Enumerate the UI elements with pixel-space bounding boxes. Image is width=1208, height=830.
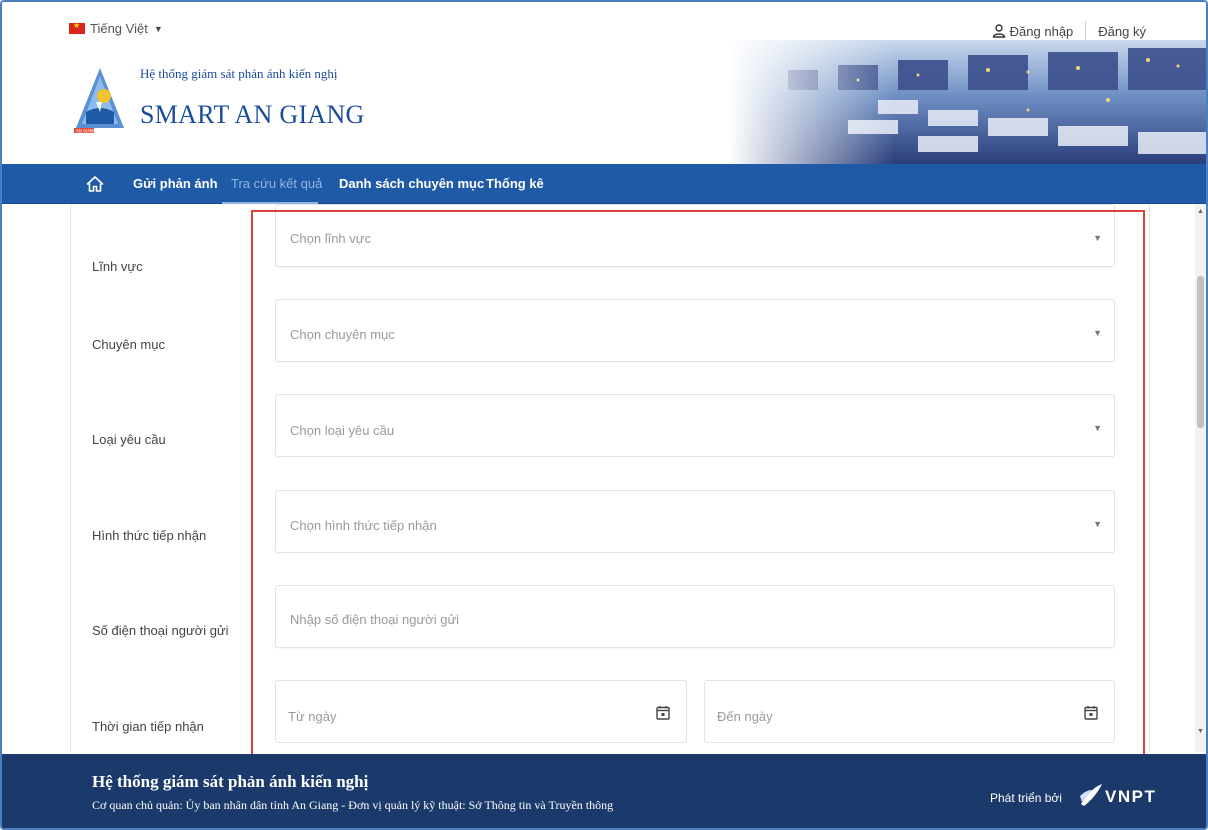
- nav-statistics[interactable]: Thống kê: [486, 176, 544, 191]
- phone-input[interactable]: Nhập số điện thoại người gửi: [275, 585, 1115, 648]
- developed-by-label: Phát triển bởi: [990, 791, 1062, 805]
- divider: [1085, 21, 1087, 41]
- vnpt-logo-icon[interactable]: [1078, 782, 1104, 808]
- nav-lookup-results[interactable]: Tra cứu kết quả: [231, 176, 322, 191]
- chevron-down-icon: ▼: [1093, 233, 1102, 243]
- auth-links: Đăng nhập Đăng ký: [992, 21, 1146, 41]
- field-label-loai-yeu-cau: Loại yêu cầu: [92, 432, 166, 447]
- footer-title: Hệ thống giám sát phản ánh kiến nghị: [92, 772, 369, 791]
- calendar-icon[interactable]: [656, 705, 670, 720]
- scrollbar-thumb[interactable]: [1197, 276, 1204, 428]
- scroll-up-icon[interactable]: ▲: [1197, 208, 1204, 215]
- main-nav: Gửi phản ánh Tra cứu kết quả Danh sách c…: [2, 164, 1206, 204]
- field-label-chuyen-muc: Chuyên mục: [92, 337, 165, 352]
- an-giang-logo[interactable]: AN GIANG: [72, 66, 128, 134]
- linh-vuc-placeholder: Chọn lĩnh vực: [290, 231, 371, 246]
- form-panel: [70, 204, 1150, 752]
- phone-placeholder: Nhập số điện thoại người gửi: [290, 612, 460, 627]
- caret-down-icon: ▼: [153, 23, 163, 34]
- city-banner-image: [728, 40, 1206, 164]
- field-label-linh-vuc: Lĩnh vực: [92, 259, 143, 274]
- chevron-down-icon: ▼: [1093, 519, 1102, 529]
- to-date-input[interactable]: Đến ngày: [704, 680, 1115, 743]
- vertical-scrollbar[interactable]: ▲ ▼: [1195, 204, 1206, 752]
- scroll-down-icon[interactable]: ▼: [1197, 728, 1204, 735]
- site-header: Tiếng Việt ▼ Đăng nhập Đăng ký AN GIANG …: [2, 2, 1206, 164]
- site-footer: Hệ thống giám sát phản ánh kiến nghị Cơ …: [2, 754, 1206, 828]
- loai-yeu-cau-placeholder: Chọn loại yêu cầu: [290, 423, 395, 438]
- chuyen-muc-placeholder: Chọn chuyên mục: [290, 327, 395, 342]
- from-date-input[interactable]: Từ ngày: [275, 680, 687, 743]
- vnpt-brand[interactable]: VNPT: [1105, 787, 1156, 807]
- from-date-placeholder: Từ ngày: [288, 709, 337, 724]
- system-subtitle: Hệ thống giám sát phản ánh kiến nghị: [140, 66, 338, 81]
- chuyen-muc-select[interactable]: Chọn chuyên mục ▼: [275, 299, 1115, 362]
- hinh-thuc-placeholder: Chọn hình thức tiếp nhận: [290, 518, 437, 533]
- loai-yeu-cau-select[interactable]: Chọn loại yêu cầu ▼: [275, 394, 1115, 457]
- footer-subtitle: Cơ quan chủ quản: Ủy ban nhân dân tỉnh A…: [92, 798, 614, 812]
- vietnam-flag-icon: [69, 21, 85, 34]
- system-title[interactable]: SMART AN GIANG: [140, 100, 365, 130]
- search-form-area: Lĩnh vực Chọn lĩnh vực ▼ Chuyên mục Chọn…: [2, 204, 1206, 752]
- language-selector[interactable]: Tiếng Việt ▼: [69, 21, 163, 36]
- calendar-icon[interactable]: [1084, 705, 1098, 720]
- chevron-down-icon: ▼: [1093, 328, 1102, 338]
- nav-category-list[interactable]: Danh sách chuyên mục: [339, 176, 484, 191]
- hinh-thuc-select[interactable]: Chọn hình thức tiếp nhận ▼: [275, 490, 1115, 553]
- nav-send-feedback[interactable]: Gửi phản ánh: [133, 176, 218, 191]
- logo-text: AN GIANG: [76, 129, 96, 134]
- browser-frame: Tiếng Việt ▼ Đăng nhập Đăng ký AN GIANG …: [0, 0, 1208, 830]
- field-label-so-dien-thoai: Số điện thoại người gửi: [92, 623, 229, 638]
- login-link[interactable]: Đăng nhập: [1010, 24, 1074, 39]
- to-date-placeholder: Đến ngày: [717, 709, 773, 724]
- language-label: Tiếng Việt: [90, 21, 148, 36]
- field-label-hinh-thuc: Hình thức tiếp nhận: [92, 528, 207, 543]
- linh-vuc-select[interactable]: Chọn lĩnh vực ▼: [275, 204, 1115, 267]
- home-icon[interactable]: [86, 175, 104, 193]
- user-icon: [992, 24, 1005, 38]
- field-label-thoi-gian: Thời gian tiếp nhận: [92, 719, 204, 734]
- register-link[interactable]: Đăng ký: [1098, 24, 1146, 39]
- chevron-down-icon: ▼: [1093, 423, 1102, 433]
